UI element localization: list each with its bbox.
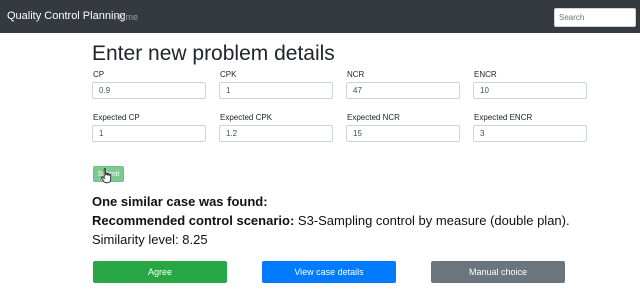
- expected-encr-label: Expected ENCR: [474, 113, 533, 122]
- expected-cp-field[interactable]: [92, 125, 206, 142]
- scenario-value: S3-Sampling control by measure (double p…: [294, 213, 570, 228]
- ncr-label: NCR: [347, 70, 365, 79]
- expected-ncr-field[interactable]: [346, 125, 460, 142]
- cp-field[interactable]: [92, 82, 206, 99]
- cpk-label: CPK: [220, 70, 237, 79]
- view-case-details-button[interactable]: View case details: [262, 261, 396, 283]
- encr-label: ENCR: [474, 70, 497, 79]
- ncr-field[interactable]: [346, 82, 460, 99]
- manual-choice-button[interactable]: Manual choice: [431, 261, 565, 283]
- recommended-scenario: Recommended control scenario: S3-Samplin…: [92, 213, 570, 228]
- expected-cpk-label: Expected CPK: [220, 113, 273, 122]
- navbar-brand[interactable]: Quality Control Planning: [7, 10, 126, 22]
- search-input[interactable]: [554, 8, 636, 27]
- hand-pointer-icon: [101, 168, 112, 184]
- agree-button[interactable]: Agree: [93, 261, 227, 283]
- cpk-field[interactable]: [219, 82, 333, 99]
- navbar: Quality Control Planning Home: [0, 0, 640, 33]
- expected-cp-label: Expected CP: [93, 113, 140, 122]
- scenario-label: Recommended control scenario:: [92, 213, 295, 228]
- nav-link-home[interactable]: Home: [114, 12, 138, 22]
- expected-encr-field[interactable]: [473, 125, 587, 142]
- encr-field[interactable]: [473, 82, 587, 99]
- result-found-text: One similar case was found:: [92, 194, 268, 209]
- page-title: Enter new problem details: [92, 42, 335, 65]
- cp-label: CP: [93, 70, 105, 79]
- expected-ncr-label: Expected NCR: [347, 113, 400, 122]
- similarity-level: Similarity level: 8.25: [92, 232, 208, 247]
- expected-cpk-field[interactable]: [219, 125, 333, 142]
